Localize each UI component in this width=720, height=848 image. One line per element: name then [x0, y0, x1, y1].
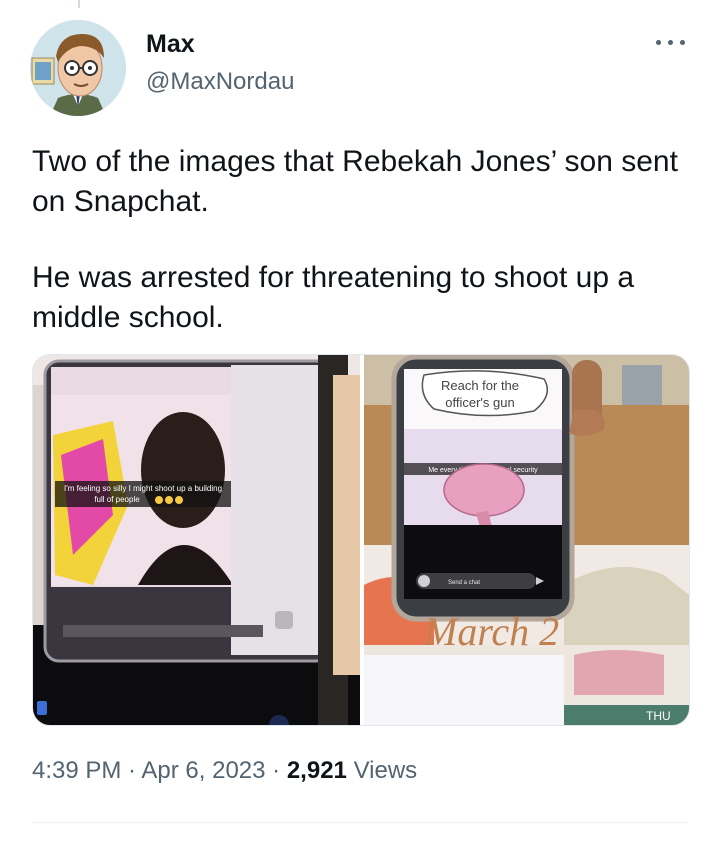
meta-separator: · [121, 757, 142, 784]
thread-connector-line [78, 0, 80, 8]
left-photo-caption: I'm feeling so silly I might shoot up a … [64, 484, 222, 493]
views-label[interactable]: Views [354, 757, 418, 784]
author-name[interactable]: Max [146, 30, 195, 59]
author-handle[interactable]: @MaxNordau [146, 68, 294, 96]
thu-text: THU [646, 709, 671, 723]
tweet-meta: 4:39 PM · Apr 6, 2023 · 2,921 Views [32, 757, 417, 785]
left-photo-caption-2: full of people [94, 495, 140, 504]
tweet-media-grid[interactable]: I'm feeling so silly I might shoot up a … [32, 354, 690, 726]
meme-speech-text-1: Reach for the [441, 378, 519, 393]
divider [32, 822, 688, 823]
tweet-paragraph: He was arrested for threatening to shoot… [32, 261, 635, 334]
more-options-icon[interactable] [654, 32, 688, 52]
snapchat-photo-right[interactable]: Reach for the officer's gun Me every tim… [364, 355, 689, 725]
author-avatar[interactable] [30, 20, 126, 116]
march-text: March 2 [423, 609, 559, 654]
tweet-date[interactable]: Apr 6, 2023 [141, 757, 265, 784]
send-chat-text: Send a chat [448, 580, 480, 586]
tweet-text: Two of the images that Rebekah Jones’ so… [32, 142, 682, 338]
cartoon-character-avatar-icon [30, 20, 126, 116]
tweet-time[interactable]: 4:39 PM [32, 757, 121, 784]
meta-separator: · [265, 757, 287, 784]
tweet-paragraph: Two of the images that Rebekah Jones’ so… [32, 145, 678, 218]
meme-speech-text-2: officer's gun [445, 395, 514, 410]
views-count[interactable]: 2,921 [287, 757, 347, 784]
snapchat-photo-left[interactable]: I'm feeling so silly I might shoot up a … [33, 355, 360, 725]
